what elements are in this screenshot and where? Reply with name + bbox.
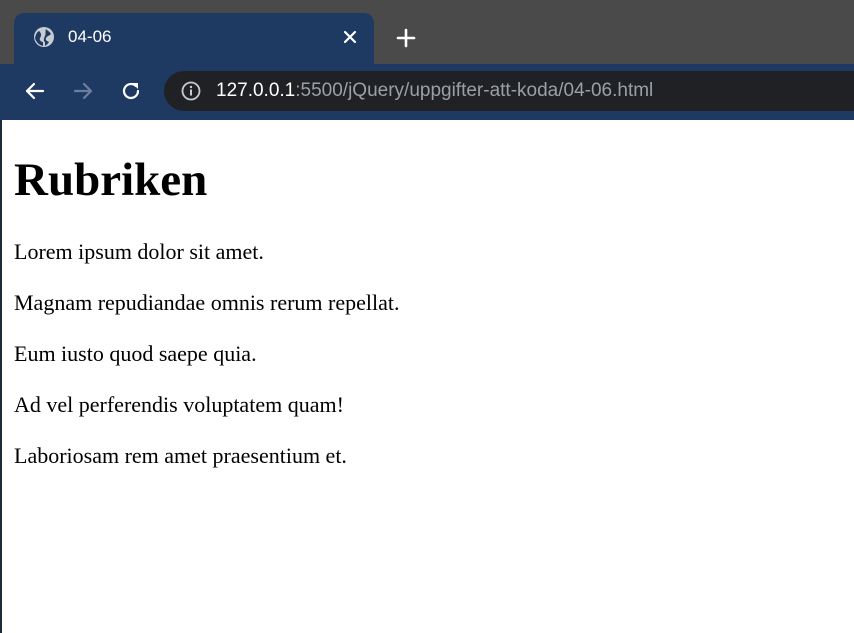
reload-icon[interactable] <box>119 79 143 103</box>
arrow-right-icon[interactable] <box>71 79 95 103</box>
tab-strip: 04-06 <box>0 0 854 64</box>
browser-window: 04-06 127.0.0.1:5500/jQuery/uppgifter-at… <box>0 0 854 633</box>
arrow-left-icon[interactable] <box>23 79 47 103</box>
address-bar[interactable]: 127.0.0.1:5500/jQuery/uppgifter-att-koda… <box>164 71 854 111</box>
plus-icon[interactable] <box>394 26 418 50</box>
info-icon[interactable] <box>180 80 202 102</box>
toolbar: 127.0.0.1:5500/jQuery/uppgifter-att-koda… <box>0 64 854 118</box>
url-text[interactable]: 127.0.0.1:5500/jQuery/uppgifter-att-koda… <box>216 80 653 102</box>
globe-icon <box>34 27 54 47</box>
tab-title: 04-06 <box>68 27 112 46</box>
tab-active[interactable]: 04-06 <box>14 13 374 64</box>
url-host: 127.0.0.1 <box>216 80 296 101</box>
url-path: :5500/jQuery/uppgifter-att-koda/04-06.ht… <box>295 80 654 101</box>
page-heading: Rubriken <box>14 154 208 206</box>
paragraph: Laboriosam rem amet praesentium et. <box>14 443 347 468</box>
paragraph: Magnam repudiandae omnis rerum repellat. <box>14 290 400 315</box>
close-icon[interactable] <box>340 27 360 47</box>
paragraph: Eum iusto quod saepe quia. <box>14 341 257 366</box>
paragraph: Ad vel perferendis voluptatem quam! <box>14 392 344 417</box>
paragraph: Lorem ipsum dolor sit amet. <box>14 239 264 264</box>
page-content: Rubriken Lorem ipsum dolor sit amet. Mag… <box>0 120 854 633</box>
